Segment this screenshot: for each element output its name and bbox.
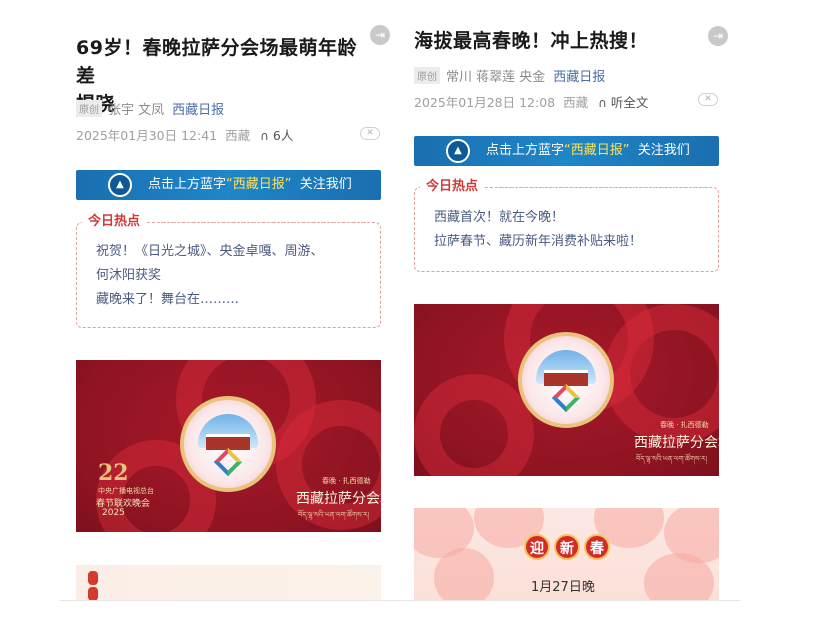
article-meta: 原创 常川 蒋翠莲 央金 西藏日报	[414, 66, 605, 85]
article-title: 海拔最高春晚！冲上热搜！	[414, 30, 649, 52]
publish-date: 2025年01月30日 12:41	[76, 128, 218, 143]
hot-item[interactable]: 何沐阳获奖	[96, 264, 376, 288]
title-line-1: 69岁！春晚拉萨分会场最萌年龄差	[76, 37, 357, 87]
banner-sponsor: 春晚 · 扎西德勒	[660, 421, 709, 429]
follow-highlight: “西藏日报”	[226, 177, 292, 192]
hot-topics-title: 今日热点	[82, 214, 147, 230]
source-link[interactable]: 西藏日报	[553, 70, 605, 85]
logo-icon: ▲	[446, 139, 470, 163]
gala-banner: 22 中央广播电视总台 春节联欢晚会 2025 春晚 · 扎西德勒 西藏拉萨分会…	[76, 360, 381, 532]
gala-year: 2025	[102, 508, 125, 518]
authors: 张宇 文凤	[108, 103, 165, 118]
logo-icon: ▲	[108, 173, 132, 197]
original-tag: 原创	[76, 100, 102, 117]
gala-banner: 春晚 · 扎西德勒 西藏拉萨分会场 བོད་ལྷ་སའི་ཡན་ལག་ཚོགས་…	[414, 304, 719, 476]
mandala-emblem	[518, 332, 614, 428]
exit-icon[interactable]: ⇥	[708, 26, 728, 46]
new-year-title: 迎 新 春	[524, 534, 610, 560]
location: 西藏	[563, 95, 589, 110]
mandala-emblem	[180, 396, 276, 492]
broadcaster-text: 中央广播电视总台	[98, 487, 154, 495]
listen-label: 听全文	[610, 95, 649, 110]
follow-highlight: “西藏日报”	[564, 143, 630, 158]
hot-topics-list: 祝贺！《日光之城》、央金卓嘎、周游、 何沐阳获奖 藏晚来了！舞台在………	[96, 240, 376, 312]
follow-suffix: 关注我们	[637, 143, 690, 158]
authors: 常川 蒋翠莲 央金	[446, 70, 546, 85]
follow-banner[interactable]: ▲ 点击上方蓝字“西藏日报” 关注我们	[76, 170, 381, 200]
headphone-icon: ∩	[598, 96, 607, 110]
source-link[interactable]: 西藏日报	[172, 103, 224, 118]
hot-item[interactable]: 祝贺！《日光之城》、央金卓嘎、周游、	[96, 240, 376, 264]
ny-char: 春	[584, 534, 610, 560]
listen-button[interactable]: ∩ 6人	[260, 128, 293, 143]
hot-topics-divider	[496, 187, 708, 188]
hot-topics-divider	[158, 222, 370, 223]
right-article-panel: 海拔最高春晚！冲上热搜！ ⇥ 原创 常川 蒋翠莲 央金 西藏日报 2025年01月2…	[400, 0, 740, 600]
ny-char: 迎	[524, 534, 550, 560]
follow-banner[interactable]: ▲ 点击上方蓝字“西藏日报” 关注我们	[414, 136, 719, 166]
listen-button[interactable]: ∩ 听全文	[598, 95, 648, 110]
article-meta-2: 2025年01月30日 12:41 西藏 ∩ 6人	[76, 125, 293, 144]
ring-decoration	[414, 374, 534, 476]
follow-text: 点击上方蓝字“西藏日报” 关注我们	[148, 170, 352, 200]
close-icon[interactable]: ✕	[360, 127, 380, 140]
bottom-divider	[60, 600, 740, 601]
location: 西藏	[225, 128, 251, 143]
lantern-decoration	[88, 571, 98, 585]
exit-icon[interactable]: ⇥	[370, 25, 390, 45]
follow-text: 点击上方蓝字“西藏日报” 关注我们	[486, 136, 690, 166]
hot-item[interactable]: 西藏首次！就在今晚！	[434, 206, 714, 230]
banner-tibetan: བོད་ལྷ་སའི་ཡན་ལག་ཚོགས་ར།	[298, 511, 370, 519]
article-meta: 原创 张宇 文凤 西藏日报	[76, 99, 224, 118]
follow-prefix: 点击上方蓝字	[486, 143, 565, 158]
banner-main-title: 西藏拉萨分会场	[296, 491, 381, 507]
follow-prefix: 点击上方蓝字	[148, 177, 227, 192]
new-year-banner: 迎 新 春 1月27日晚	[414, 508, 719, 600]
headphone-icon: ∩	[260, 129, 269, 143]
hot-item[interactable]: 拉萨春节、藏历新年消费补贴来啦！	[434, 230, 714, 254]
publish-date: 2025年01月28日 12:08	[414, 95, 556, 110]
lantern-decoration	[434, 548, 494, 600]
close-icon[interactable]: ✕	[698, 93, 718, 106]
gala-logo: 22	[98, 460, 129, 486]
next-image-preview	[76, 565, 381, 600]
banner-tibetan: བོད་ལྷ་སའི་ཡན་ལག་ཚོགས་ར།	[636, 455, 708, 463]
hot-topics-list: 西藏首次！就在今晚！ 拉萨春节、藏历新年消费补贴来啦！	[434, 206, 714, 254]
new-year-date: 1月27日晚	[531, 580, 595, 595]
article-meta-2: 2025年01月28日 12:08 西藏 ∩ 听全文	[414, 92, 648, 111]
listeners-count: 6人	[272, 128, 294, 143]
lantern-decoration	[88, 587, 98, 600]
original-tag: 原创	[414, 67, 440, 84]
follow-suffix: 关注我们	[299, 177, 352, 192]
banner-sponsor: 春晚 · 扎西德勒	[322, 477, 371, 485]
hot-item[interactable]: 藏晚来了！舞台在………	[96, 288, 376, 312]
hot-topics-title: 今日热点	[420, 179, 485, 195]
left-article-panel: 69岁！春晚拉萨分会场最萌年龄差 揭晓 ⇥ 原创张宇 文凤西藏日报 2025年0…	[62, 0, 397, 600]
banner-main-title: 西藏拉萨分会场	[634, 435, 719, 451]
ny-char: 新	[554, 534, 580, 560]
